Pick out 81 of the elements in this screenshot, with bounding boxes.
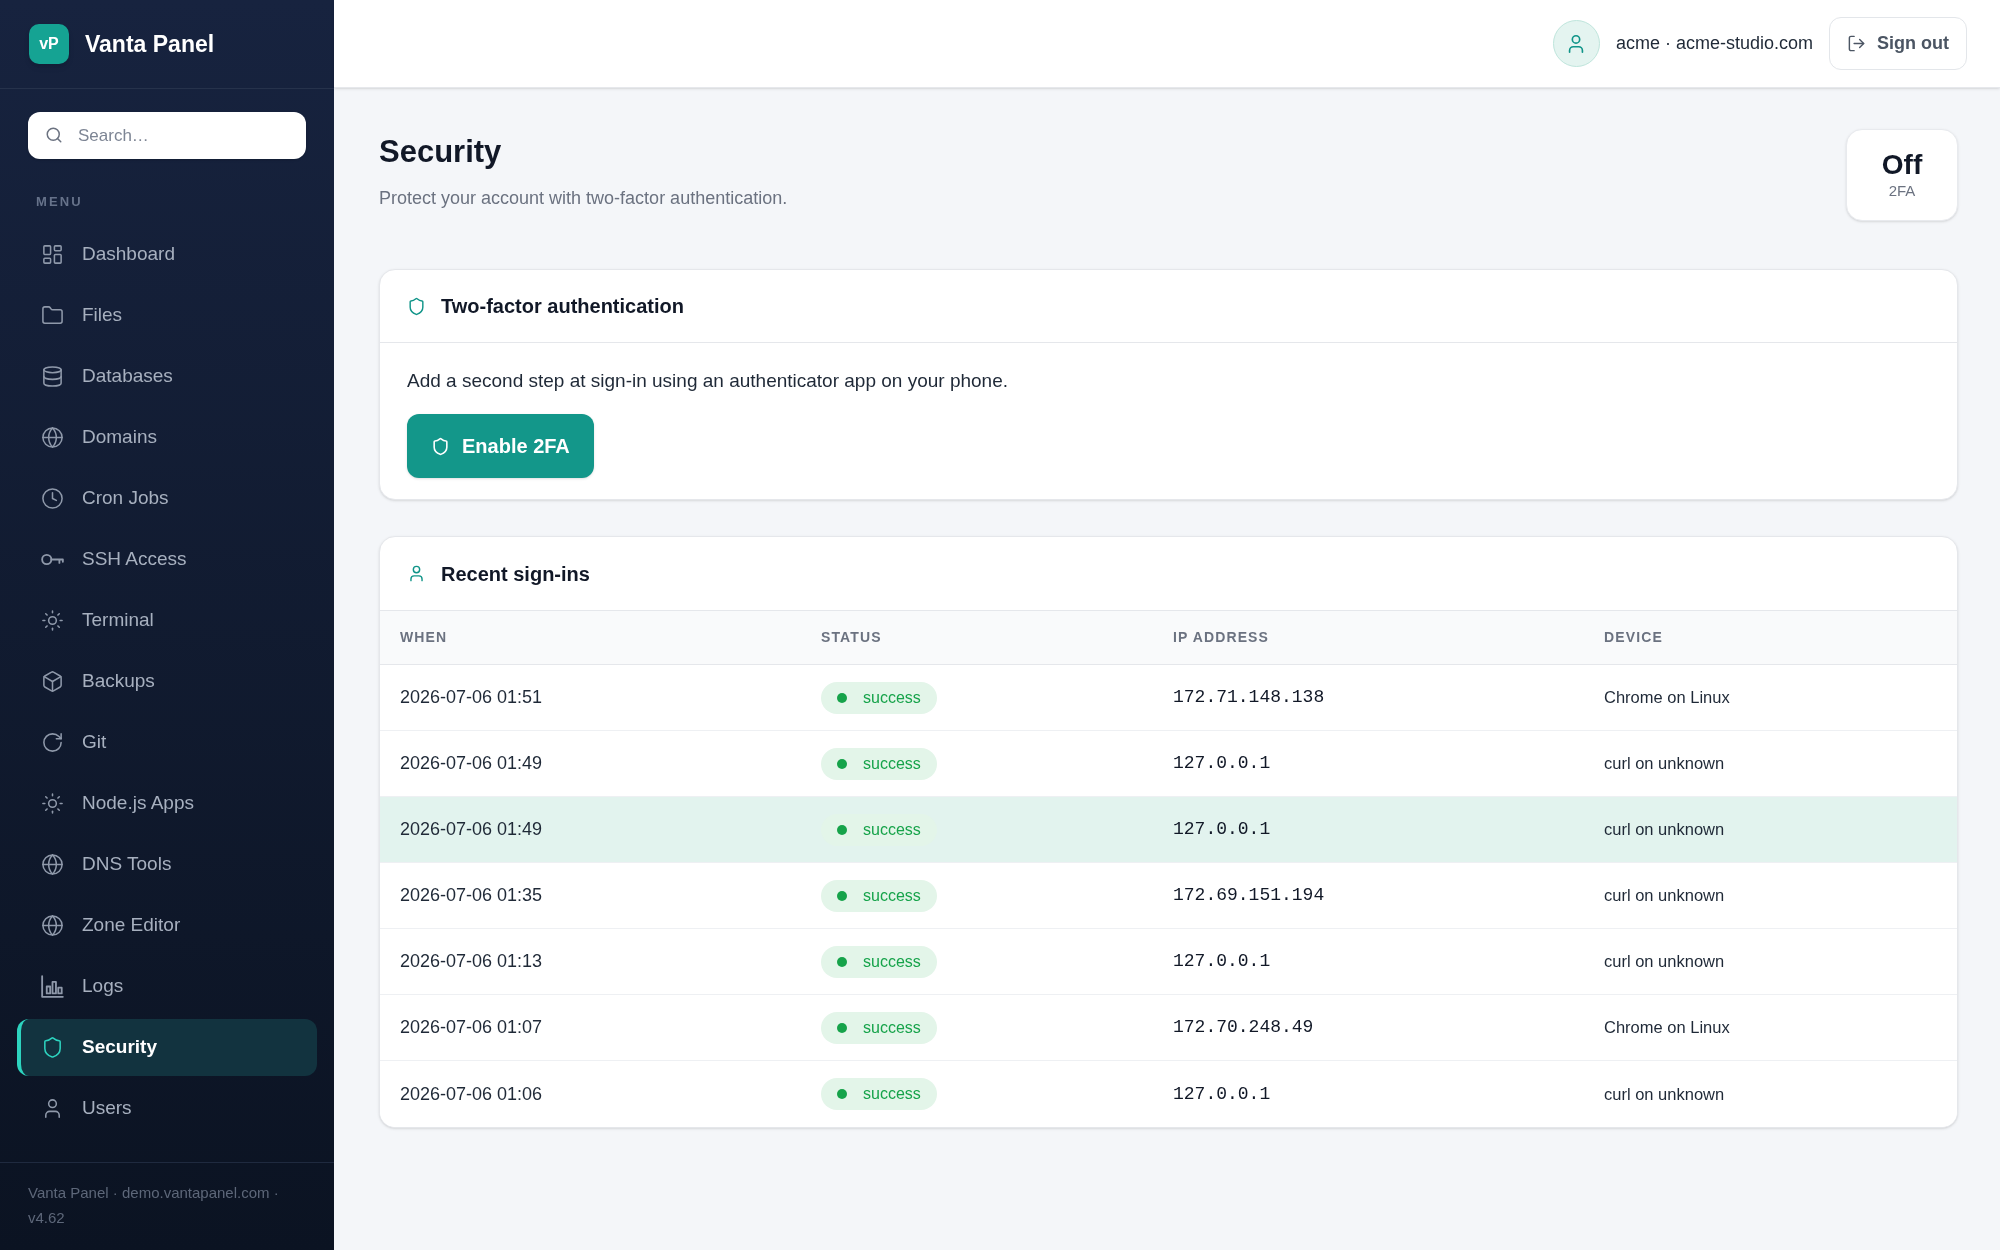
card-description: Add a second step at sign-in using an authenticator app on your phone. xyxy=(407,369,1010,393)
table-cell-text: 2026-07-06 01:35 xyxy=(400,884,543,907)
globe-icon xyxy=(41,914,64,937)
table-cell-text: 127.0.0.1 xyxy=(1173,950,1271,973)
enable-2fa-button[interactable]: Enable 2FA xyxy=(407,414,594,478)
sidebar-item[interactable]: Git xyxy=(17,714,317,771)
search-icon xyxy=(45,126,63,144)
search-field[interactable]: Search… xyxy=(28,112,306,159)
status-text: success xyxy=(863,1017,921,1038)
sidebar-item[interactable]: Users xyxy=(17,1080,317,1137)
brand-logo: vP xyxy=(29,24,69,64)
card-title: Two-factor authentication xyxy=(441,294,684,319)
globe-icon xyxy=(41,426,64,449)
sidebar-item[interactable]: Backups xyxy=(17,653,317,710)
shield-icon xyxy=(407,296,426,316)
table-cell-text: 172.70.248.49 xyxy=(1173,1016,1314,1039)
table-cell-text: Chrome on Linux xyxy=(1604,1017,1730,1039)
sign-out-button[interactable]: Sign out xyxy=(1829,17,1967,70)
sidebar-item[interactable]: Terminal xyxy=(17,592,317,649)
table-cell-text: 127.0.0.1 xyxy=(1173,1082,1271,1106)
status-text: success xyxy=(863,753,921,774)
brand-name: Vanta Panel xyxy=(85,29,215,59)
card-title: Recent sign-ins xyxy=(441,561,590,587)
table-cell-text: 2026-07-06 01:51 xyxy=(400,686,543,709)
bar-chart-icon xyxy=(41,975,64,998)
sidebar-footer-text: Vanta Panel · demo.vantapanel.com · v4.62 xyxy=(28,1183,280,1228)
table-cell-text: curl on unknown xyxy=(1604,819,1725,841)
sidebar-item[interactable]: Databases xyxy=(17,348,317,405)
table-cell-text: Chrome on Linux xyxy=(1604,687,1730,709)
stat-value: Off xyxy=(1881,149,1923,181)
account-label: acme · acme-studio.com xyxy=(1615,32,1813,55)
globe-icon xyxy=(41,853,64,876)
column-header: DEVICE xyxy=(1604,628,1663,647)
table-cell-text: 2026-07-06 01:06 xyxy=(400,1082,543,1106)
sidebar-item[interactable]: Files xyxy=(17,287,317,344)
user-avatar-icon xyxy=(1552,20,1600,67)
table-cell-text: 127.0.0.1 xyxy=(1173,752,1271,775)
sidebar-item[interactable]: Logs xyxy=(17,958,317,1015)
table-cell-text: 172.71.148.138 xyxy=(1173,686,1325,709)
sun-icon xyxy=(41,609,64,632)
page-subtitle: Protect your account with two-factor authentication. xyxy=(379,187,788,210)
table-cell-text: 2026-07-06 01:13 xyxy=(400,950,543,973)
column-header: IP ADDRESS xyxy=(1173,628,1269,647)
cube-icon xyxy=(41,670,64,693)
column-header: STATUS xyxy=(821,628,882,647)
sidebar-item[interactable]: DNS Tools xyxy=(17,836,317,893)
status-text: success xyxy=(863,951,921,972)
table-cell-text: curl on unknown xyxy=(1604,885,1725,907)
table-cell-text: 172.69.151.194 xyxy=(1173,884,1325,907)
column-header: WHEN xyxy=(400,628,448,647)
table-cell-text: curl on unknown xyxy=(1604,951,1725,973)
sidebar-item[interactable]: SSH Access xyxy=(17,531,317,588)
status-text: success xyxy=(863,687,921,708)
folder-icon xyxy=(41,304,64,327)
grid-icon xyxy=(41,243,64,266)
table-cell-text: 127.0.0.1 xyxy=(1173,818,1271,841)
sidebar-item[interactable]: Zone Editor xyxy=(17,897,317,954)
sign-out-icon xyxy=(1847,34,1866,53)
sidebar-item[interactable]: Node.js Apps xyxy=(17,775,317,832)
table-cell-text: 2026-07-06 01:49 xyxy=(400,752,543,775)
sidebar-item[interactable]: Dashboard xyxy=(17,226,317,283)
status-text: success xyxy=(863,819,921,840)
status-text: success xyxy=(863,1084,921,1104)
table-cell-text: curl on unknown xyxy=(1604,753,1725,775)
status-text: success xyxy=(863,885,921,906)
shield-icon xyxy=(41,1036,64,1059)
table-cell-text: 2026-07-06 01:07 xyxy=(400,1016,543,1039)
shield-icon xyxy=(431,436,450,456)
sidebar-item[interactable]: Security xyxy=(17,1019,317,1076)
clock-icon xyxy=(41,487,64,510)
stat-label: 2FA xyxy=(1888,181,1916,201)
database-icon xyxy=(41,365,64,388)
table-cell-text: curl on unknown xyxy=(1604,1083,1725,1105)
table-cell-text: 2026-07-06 01:49 xyxy=(400,818,543,841)
circular-arrow-icon xyxy=(41,731,64,754)
sidebar-item[interactable]: Domains xyxy=(17,409,317,466)
page-title: Security xyxy=(379,133,503,171)
sidebar-item[interactable]: Cron Jobs xyxy=(17,470,317,527)
user-icon xyxy=(407,564,426,583)
menu-section-label: MENU xyxy=(35,194,84,210)
sun-icon xyxy=(41,792,64,815)
